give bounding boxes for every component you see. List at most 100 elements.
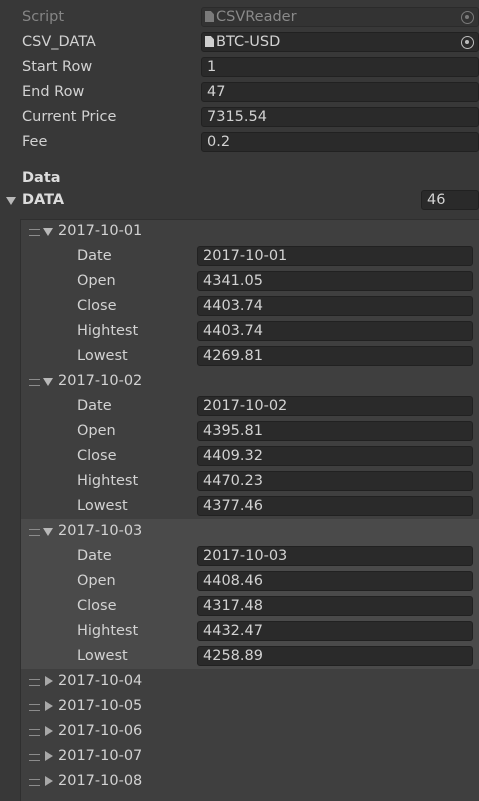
element-high-row: Hightest 4470.23 (0, 469, 479, 494)
element-high-row: Hightest 4403.74 (0, 319, 479, 344)
open-input[interactable]: 4408.46 (197, 571, 473, 591)
data-list-label: DATA (22, 192, 65, 208)
element-low-row: Lowest 4258.89 (0, 644, 479, 669)
element-open-row: Open 4395.81 (0, 419, 479, 444)
fee-row: Fee 0.2 (0, 130, 479, 155)
data-list-size-input[interactable]: 46 (421, 190, 479, 210)
drag-handle-icon[interactable] (29, 229, 40, 236)
foldout-expanded-icon[interactable] (43, 528, 53, 536)
element-open-row: Open 4408.46 (0, 569, 479, 594)
script-value: CSVReader (216, 9, 297, 25)
high-input[interactable]: 4470.23 (197, 471, 473, 491)
current-price-row: Current Price 7315.54 (0, 105, 479, 130)
list-element-collapsed[interactable]: 2017-10-04 (0, 669, 479, 694)
text-asset-icon (205, 36, 214, 47)
list-element-collapsed[interactable]: 2017-10-07 (0, 744, 479, 769)
low-label: Lowest (77, 498, 128, 514)
high-label: Hightest (77, 473, 139, 489)
element-low-row: Lowest 4269.81 (0, 344, 479, 369)
list-element-header[interactable]: 2017-10-01 (0, 219, 479, 244)
close-input[interactable]: 4409.32 (197, 446, 473, 466)
end-row-input[interactable]: 47 (201, 82, 479, 102)
foldout-expanded-icon[interactable] (43, 378, 53, 386)
close-label: Close (77, 298, 117, 314)
open-input[interactable]: 4341.05 (197, 271, 473, 291)
csv-data-value: BTC-USD (216, 34, 281, 50)
date-label: Date (77, 398, 112, 414)
high-label: Hightest (77, 323, 139, 339)
element-name: 2017-10-04 (58, 673, 143, 689)
fee-label: Fee (22, 134, 48, 150)
drag-handle-icon[interactable] (29, 379, 40, 386)
element-name: 2017-10-03 (58, 523, 143, 539)
date-input[interactable]: 2017-10-02 (197, 396, 473, 416)
foldout-collapsed-icon[interactable] (45, 701, 53, 711)
foldout-collapsed-icon[interactable] (45, 676, 53, 686)
csv-data-label: CSV_DATA (22, 34, 96, 50)
element-high-row: Hightest 4432.47 (0, 619, 479, 644)
foldout-collapsed-icon[interactable] (45, 776, 53, 786)
date-label: Date (77, 548, 112, 564)
close-input[interactable]: 4403.74 (197, 296, 473, 316)
object-picker-icon[interactable] (461, 36, 474, 49)
high-input[interactable]: 4403.74 (197, 321, 473, 341)
date-label: Date (77, 248, 112, 264)
drag-handle-icon[interactable] (29, 754, 40, 761)
date-input[interactable]: 2017-10-01 (197, 246, 473, 266)
date-input[interactable]: 2017-10-03 (197, 546, 473, 566)
drag-handle-icon[interactable] (29, 529, 40, 536)
script-label: Script (22, 9, 65, 25)
list-element-collapsed[interactable]: 2017-10-05 (0, 694, 479, 719)
script-file-icon (205, 11, 214, 22)
element-date-row: Date 2017-10-01 (0, 244, 479, 269)
start-row-row: Start Row 1 (0, 55, 479, 80)
element-close-row: Close 4409.32 (0, 444, 479, 469)
drag-handle-icon[interactable] (29, 729, 40, 736)
list-element-collapsed[interactable]: 2017-10-08 (0, 769, 479, 794)
element-close-row: Close 4403.74 (0, 294, 479, 319)
current-price-input[interactable]: 7315.54 (201, 107, 479, 127)
csv-data-row: CSV_DATA BTC-USD (0, 30, 479, 55)
low-input[interactable]: 4269.81 (197, 346, 473, 366)
close-label: Close (77, 598, 117, 614)
close-input[interactable]: 4317.48 (197, 596, 473, 616)
drag-handle-icon[interactable] (29, 704, 40, 711)
open-label: Open (77, 573, 116, 589)
high-input[interactable]: 4432.47 (197, 621, 473, 641)
fee-input[interactable]: 0.2 (201, 132, 479, 152)
list-element-collapsed[interactable]: 2017-10-06 (0, 719, 479, 744)
element-open-row: Open 4341.05 (0, 269, 479, 294)
low-label: Lowest (77, 648, 128, 664)
foldout-expanded-icon[interactable] (43, 228, 53, 236)
element-close-row: Close 4317.48 (0, 594, 479, 619)
current-price-label: Current Price (22, 109, 117, 125)
open-input[interactable]: 4395.81 (197, 421, 473, 441)
foldout-collapsed-icon[interactable] (45, 751, 53, 761)
data-list-header[interactable]: DATA 46 (0, 188, 479, 213)
drag-handle-icon[interactable] (29, 679, 40, 686)
element-name: 2017-10-02 (58, 373, 143, 389)
low-label: Lowest (77, 348, 128, 364)
end-row-row: End Row 47 (0, 80, 479, 105)
object-picker-icon[interactable] (461, 11, 474, 24)
open-label: Open (77, 273, 116, 289)
open-label: Open (77, 423, 116, 439)
start-row-label: Start Row (22, 59, 93, 75)
start-row-input[interactable]: 1 (201, 57, 479, 77)
element-low-row: Lowest 4377.46 (0, 494, 479, 519)
element-name: 2017-10-08 (58, 773, 143, 789)
low-input[interactable]: 4258.89 (197, 646, 473, 666)
element-date-row: Date 2017-10-03 (0, 544, 479, 569)
low-input[interactable]: 4377.46 (197, 496, 473, 516)
high-label: Hightest (77, 623, 139, 639)
foldout-expanded-icon[interactable] (6, 197, 16, 205)
foldout-collapsed-icon[interactable] (45, 726, 53, 736)
csv-data-field[interactable]: BTC-USD (201, 32, 479, 52)
script-row: Script CSVReader (0, 5, 479, 30)
drag-handle-icon[interactable] (29, 779, 40, 786)
end-row-label: End Row (22, 84, 85, 100)
list-element-header[interactable]: 2017-10-03 (0, 519, 479, 544)
element-name: 2017-10-07 (58, 748, 143, 764)
list-element-header[interactable]: 2017-10-02 (0, 369, 479, 394)
script-field[interactable]: CSVReader (201, 7, 479, 27)
